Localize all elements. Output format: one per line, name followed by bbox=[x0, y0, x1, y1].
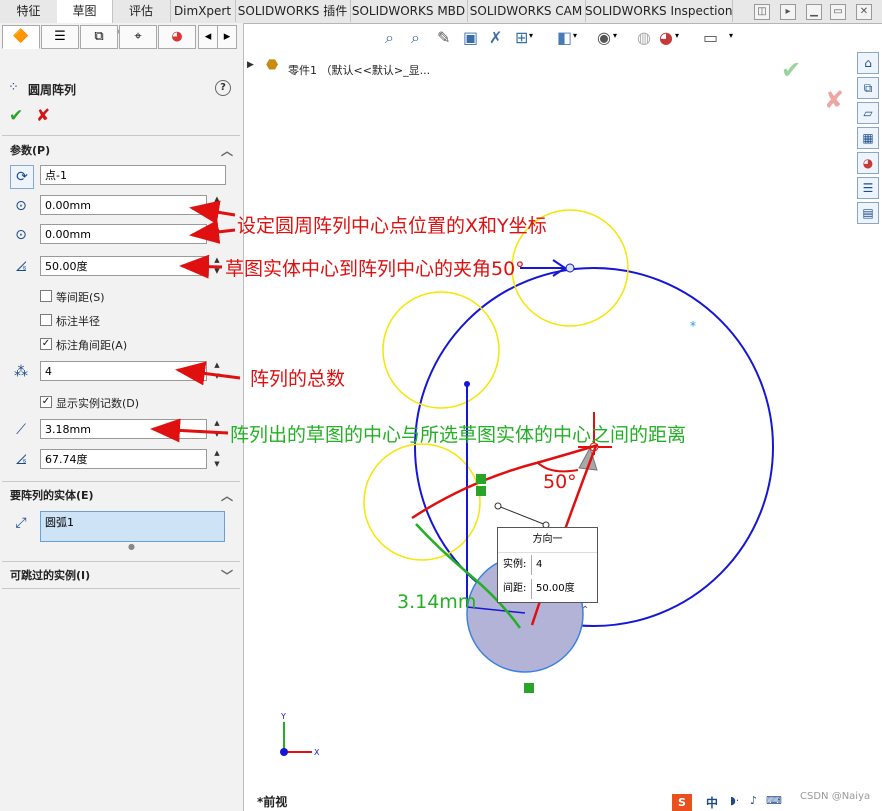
annotation-angle-label: 50° bbox=[543, 471, 577, 493]
arrow-icon bbox=[189, 219, 236, 244]
sogou-logo-icon[interactable]: S bbox=[672, 794, 692, 811]
arrow-icon bbox=[179, 254, 223, 279]
callout-spacing-label: 间距: bbox=[503, 583, 527, 594]
annotation-distance: 阵列出的草图的中心与所选草图实体的中心之间的距离 bbox=[230, 424, 687, 446]
view-name-label: *前视 bbox=[257, 795, 288, 809]
annotation-length-label: 3.14mm bbox=[397, 591, 477, 613]
callout-spacing-row: 间距: 50.00度 bbox=[498, 577, 597, 601]
triad-y-label: Y bbox=[280, 712, 286, 721]
angle-arc-stroke bbox=[536, 461, 579, 473]
callout-instance-row: 实例: 4 bbox=[498, 553, 597, 577]
callout-title: 方向一 bbox=[498, 528, 597, 553]
callout-collapse-icon[interactable]: ⌃ bbox=[581, 605, 589, 616]
ime-mic-icon[interactable]: ♪ bbox=[750, 794, 757, 807]
callout-instance-label: 实例: bbox=[503, 559, 527, 570]
direction-arrow bbox=[520, 259, 569, 277]
callout-instance-value[interactable]: 4 bbox=[531, 555, 593, 575]
handle-point[interactable] bbox=[565, 263, 575, 273]
arrow-icon bbox=[150, 418, 229, 443]
pattern-callout[interactable]: 方向一 实例: 4 间距: 50.00度 bbox=[497, 527, 598, 603]
arrow-icon bbox=[189, 200, 236, 225]
arrow-icon bbox=[175, 361, 241, 386]
pattern-instance-circle bbox=[363, 443, 481, 561]
origin-asterisk: * bbox=[690, 319, 696, 333]
annotation-xy: 设定圆周阵列中心点位置的X和Y坐标 bbox=[237, 215, 547, 237]
relation-marker-icon bbox=[524, 683, 534, 693]
graphics-area[interactable]: * Y X bbox=[0, 0, 882, 811]
leader-line bbox=[497, 505, 547, 526]
triad-origin bbox=[280, 748, 288, 756]
endpoint-marker bbox=[464, 381, 470, 387]
watermark-text: CSDN @Naiya bbox=[800, 791, 871, 802]
ime-language-label[interactable]: 中 bbox=[706, 794, 718, 811]
triad-x-label: X bbox=[314, 748, 320, 757]
callout-spacing-value[interactable]: 50.00度 bbox=[531, 579, 593, 599]
ime-keyboard-icon[interactable]: ⌨ bbox=[766, 794, 782, 807]
annotation-angle: 草图实体中心到阵列中心的夹角50° bbox=[225, 258, 525, 280]
relation-marker-icon bbox=[476, 474, 486, 484]
ime-toolbar: S 中 ◗· ♪ ⌨ bbox=[672, 794, 792, 811]
annotation-count: 阵列的总数 bbox=[250, 368, 346, 390]
pattern-instance-circle bbox=[382, 291, 500, 409]
relation-marker-icon bbox=[476, 486, 486, 496]
leader-point bbox=[494, 502, 502, 510]
ime-punct-icon[interactable]: ◗· bbox=[730, 794, 739, 807]
